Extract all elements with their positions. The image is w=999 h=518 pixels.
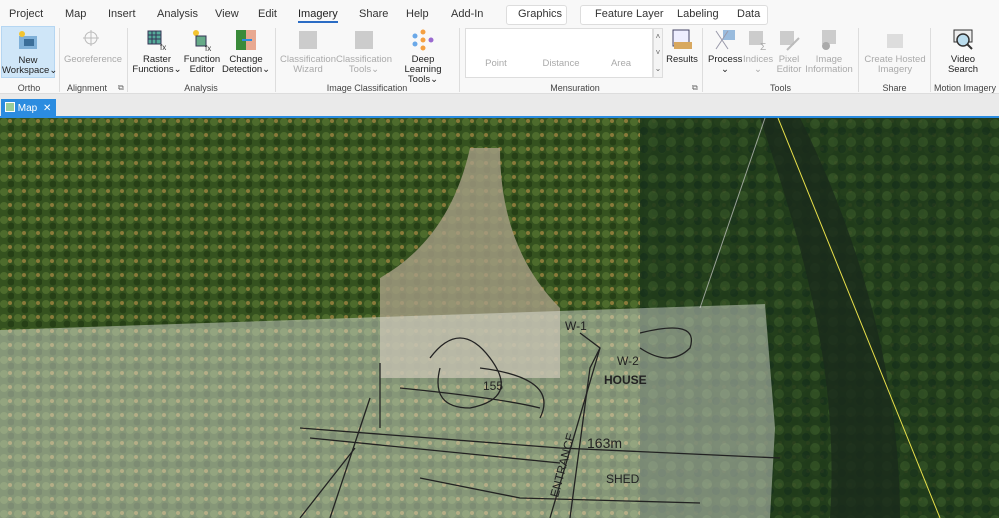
tab-edit[interactable]: Edit <box>258 8 277 20</box>
area-button[interactable]: Area <box>601 59 641 69</box>
classification-wizard-button[interactable]: Classification Wizard <box>280 26 336 75</box>
group-tools: Tools <box>769 83 791 93</box>
group-analysis: Analysis <box>184 83 218 93</box>
classification-tools-button[interactable]: Classification Tools⌄ <box>336 26 392 75</box>
tab-feature-layer[interactable]: Feature Layer <box>595 8 663 20</box>
results-button[interactable]: Results <box>666 26 698 65</box>
raster-functions-button[interactable]: fx Raster Functions⌄ <box>132 26 182 75</box>
raster-functions-icon: fx <box>147 30 166 52</box>
process-button[interactable]: Process ⌄ <box>708 26 742 75</box>
tab-data[interactable]: Data <box>737 8 760 20</box>
map-icon <box>5 102 15 112</box>
map-label-shed: SHED <box>606 472 640 486</box>
tab-help[interactable]: Help <box>406 8 429 20</box>
svg-text:Σ: Σ <box>760 42 766 52</box>
pixel-editor-button[interactable]: Pixel Editor <box>773 26 805 75</box>
tab-graphics[interactable]: Graphics <box>518 8 562 20</box>
tab-add-in[interactable]: Add-In <box>451 8 483 20</box>
map-view-tab[interactable]: Map ✕ <box>1 99 56 116</box>
group-share: Share <box>882 83 907 93</box>
alignment-launcher-icon[interactable]: ⧉ <box>118 83 124 93</box>
map-label-distance: 163m <box>587 435 622 451</box>
group-image-classification: Image Classification <box>326 83 408 93</box>
workspace-icon <box>19 31 37 49</box>
tab-analysis[interactable]: Analysis <box>157 8 198 20</box>
georeference-icon <box>83 30 99 46</box>
group-motion-imagery: Motion Imagery <box>933 83 997 93</box>
classification-tools-icon <box>355 31 373 49</box>
change-detection-button[interactable]: Change Detection⌄ <box>222 26 270 75</box>
process-icon <box>715 30 735 50</box>
deep-learning-icon <box>412 29 434 51</box>
tab-project[interactable]: Project <box>9 8 43 20</box>
gallery-scroll[interactable]: ˄ ˅ ⌄ <box>653 28 663 78</box>
mensuration-launcher-icon[interactable]: ⧉ <box>692 83 698 93</box>
deep-learning-tools-button[interactable]: Deep Learning Tools⌄ <box>392 26 454 85</box>
change-detection-icon <box>236 30 256 50</box>
svg-text:fx: fx <box>205 44 211 52</box>
tab-labeling[interactable]: Labeling <box>677 8 719 20</box>
video-search-button[interactable]: Video Search <box>938 26 988 75</box>
point-button[interactable]: Point <box>476 59 516 69</box>
tab-share[interactable]: Share <box>359 8 388 20</box>
tab-view[interactable]: View <box>215 8 239 20</box>
distance-button[interactable]: Distance <box>536 59 586 69</box>
map-canvas[interactable]: 155 W-1 W-2 HOUSE ENTRANCE 163m SHED <box>0 118 999 518</box>
close-tab-icon[interactable]: ✕ <box>43 103 51 114</box>
map-label-w2: W-2 <box>617 354 639 368</box>
map-label-elevation: 155 <box>483 379 503 393</box>
pixel-editor-icon <box>780 31 800 51</box>
classification-wizard-icon <box>299 31 317 49</box>
image-information-button[interactable]: Image Information <box>805 26 853 75</box>
group-mensuration: Mensuration <box>550 83 600 93</box>
create-hosted-imagery-button[interactable]: Create Hosted Imagery <box>862 26 928 75</box>
svg-text:fx: fx <box>160 43 166 52</box>
indices-icon: Σ <box>749 31 766 52</box>
function-editor-button[interactable]: fx Function Editor <box>182 26 222 75</box>
tab-imagery[interactable]: Imagery <box>298 8 338 23</box>
georeference-button[interactable]: Georeference <box>62 26 124 65</box>
tab-map[interactable]: Map <box>65 8 86 20</box>
function-editor-icon: fx <box>193 30 211 52</box>
map-label-w1: W-1 <box>565 319 587 333</box>
hosted-imagery-icon <box>887 34 903 48</box>
image-information-icon <box>822 30 836 50</box>
indices-button[interactable]: Σ Indices ⌄ <box>743 26 773 75</box>
mensuration-gallery: Point Distance Area <box>465 28 653 78</box>
results-icon <box>672 29 692 49</box>
map-label-house: HOUSE <box>604 373 647 387</box>
tab-insert[interactable]: Insert <box>108 8 136 20</box>
group-alignment: Alignment <box>66 83 108 93</box>
site-plan-overlay: 155 W-1 W-2 HOUSE ENTRANCE 163m SHED <box>0 304 781 518</box>
ribbon: New Workspace⌄ Georeference fx Raster Fu… <box>0 26 999 103</box>
new-workspace-button[interactable]: New Workspace⌄ <box>1 26 57 78</box>
video-search-icon <box>953 29 973 50</box>
view-tab-strip <box>0 94 999 116</box>
